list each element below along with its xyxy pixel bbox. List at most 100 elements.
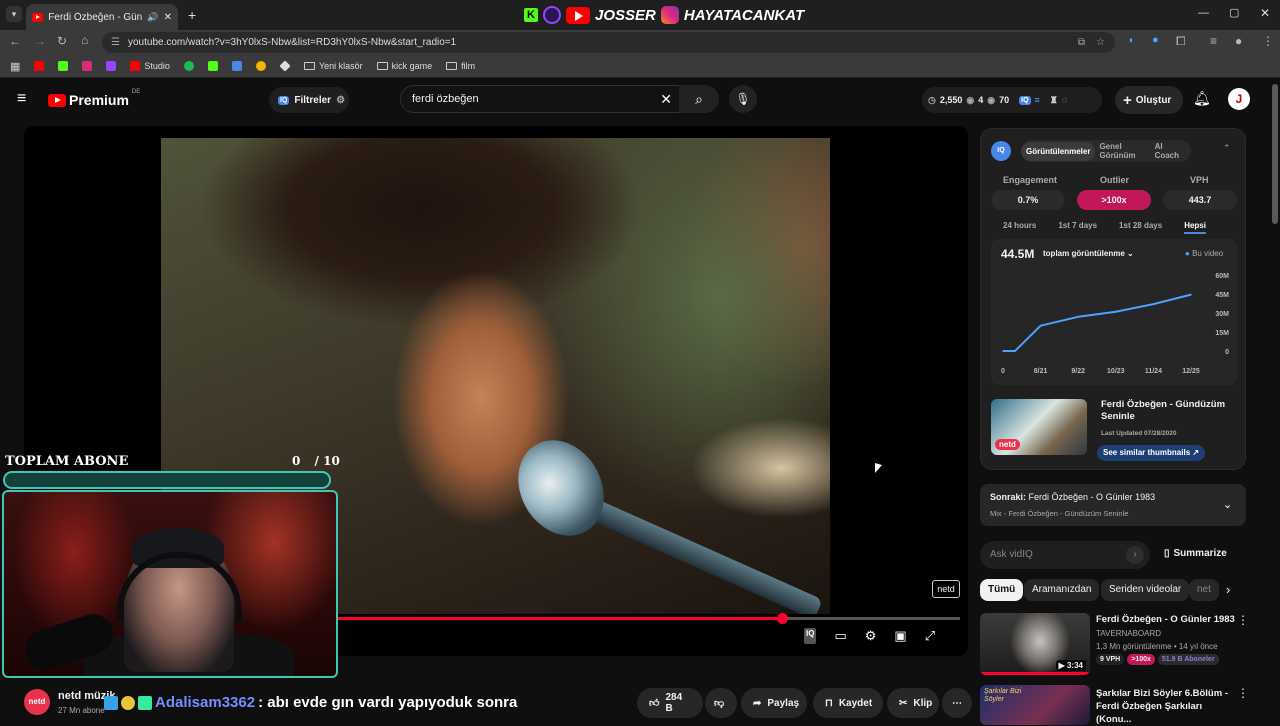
search-input[interactable]: ferdi özbeğen ✕	[400, 85, 681, 113]
range-24h[interactable]: 24 hours	[1003, 221, 1036, 234]
url-field[interactable]: ☰ youtube.com/watch?v=3hY0lxS-Nbw&list=R…	[102, 32, 1115, 53]
tool-bookmark-icon[interactable]	[231, 61, 242, 71]
range-7d[interactable]: 1st 7 days	[1058, 221, 1097, 234]
recommendation-title[interactable]: Ferdi Özbeğen - O Günler 1983	[1096, 614, 1236, 625]
extension-1-icon[interactable]: ◗	[1128, 35, 1134, 46]
clear-search-icon[interactable]: ✕	[660, 86, 672, 112]
new-tab-button[interactable]: +	[188, 7, 196, 23]
eye-icon: ◉	[966, 94, 975, 105]
menu-icon[interactable]: ⋮	[1262, 34, 1274, 48]
fullscreen-icon[interactable]: ⤢	[925, 628, 935, 644]
notifications-bell-icon[interactable]: 🔔︎	[1193, 90, 1211, 107]
misc-bookmark-icon[interactable]	[255, 61, 266, 71]
voice-search-button[interactable]: 🎙	[729, 85, 757, 113]
settings-gear-icon[interactable]: ⚙	[865, 628, 877, 644]
search-icon: ⌕	[695, 91, 703, 107]
subtitles-icon[interactable]: ▭	[834, 628, 846, 644]
recommendation-menu-icon[interactable]: ⋮	[1237, 613, 1249, 627]
twitch-bookmark-icon[interactable]	[106, 61, 117, 71]
reload-icon[interactable]: ↻	[57, 34, 67, 48]
diamond-bookmark-icon[interactable]	[279, 60, 291, 72]
bookmark-star-icon[interactable]: ☆	[1096, 32, 1105, 53]
install-icon[interactable]: ⧉	[1078, 32, 1085, 53]
expand-chevron-icon[interactable]: ⌄	[1223, 498, 1232, 511]
tab-list-button[interactable]: ▾	[6, 6, 22, 22]
chat-username: Adalisam3362	[155, 694, 256, 711]
hamburger-menu-icon[interactable]: ≡	[17, 90, 26, 108]
duration-badge: ▶ 3:34	[1055, 660, 1086, 671]
vidiq-stats-bar[interactable]: ◷ 2,550 ◉ 4 ◉ 70 IQ ≡ ♜ ◌	[922, 87, 1102, 113]
like-button[interactable]: 👍︎ 284 B	[637, 688, 703, 718]
save-button[interactable]: ⊓ Kaydet	[813, 688, 883, 718]
search-button[interactable]: ⌕	[679, 85, 719, 113]
window-close-button[interactable]: ✕	[1260, 6, 1270, 20]
extensions-icon[interactable]: ⧠	[1176, 34, 1186, 49]
theater-mode-icon[interactable]: ▣	[894, 628, 906, 644]
audio-icon[interactable]: 🔊	[147, 12, 158, 23]
total-views-label: toplam görüntülenme	[1043, 249, 1125, 258]
vidiq-player-icon[interactable]: IQ	[804, 628, 817, 644]
video-thumbnail[interactable]: netd	[991, 399, 1087, 455]
recommendation-channel[interactable]: TAVERNABOARD	[1096, 629, 1161, 638]
maximize-button[interactable]: ▢	[1229, 6, 1239, 19]
reading-list-icon[interactable]: ≡	[1210, 34, 1217, 48]
back-icon[interactable]: ←	[9, 34, 21, 48]
apps-icon[interactable]: ▦	[10, 60, 20, 73]
summarize-label: Summarize	[1173, 548, 1227, 559]
page-scrollbar[interactable]	[1272, 84, 1278, 224]
instagram-bookmark-icon[interactable]	[82, 61, 93, 71]
youtube-logo[interactable]: Premium DE	[48, 89, 140, 108]
stat-views: 2,550	[939, 95, 963, 105]
kick-bookmark-icon[interactable]	[58, 61, 69, 71]
bookmark-folder-yeni[interactable]: Yeni klasör	[303, 61, 363, 71]
kick-bookmark-2-icon[interactable]	[207, 61, 218, 71]
total-views-dropdown[interactable]: toplam görüntülenme ⌄	[1043, 249, 1134, 258]
bookmark-studio[interactable]: Studio	[130, 61, 170, 71]
up-next-card[interactable]: Sonraki: Ferdi Özbeğen - O Günler 1983 M…	[980, 484, 1246, 526]
similar-thumbnails-button[interactable]: See similar thumbnails ↗	[1097, 445, 1206, 461]
bookmark-folder-film[interactable]: film	[446, 61, 475, 71]
progress-scrubber[interactable]	[777, 613, 789, 624]
collapse-chevron-icon[interactable]: ⌃	[1223, 143, 1231, 154]
range-28d[interactable]: 1st 28 days	[1119, 221, 1162, 234]
tab-ai-coach[interactable]: AI Coach	[1143, 137, 1191, 165]
minimize-button[interactable]: —	[1198, 7, 1209, 19]
clip-button[interactable]: ✂ Klip	[887, 688, 939, 718]
avatar[interactable]: J	[1228, 88, 1250, 110]
more-actions-button[interactable]: ⋯	[942, 688, 972, 718]
dislike-button[interactable]: 👎︎	[705, 688, 737, 718]
metric-label: Outlier	[1100, 175, 1130, 185]
youtube-bookmark-icon[interactable]	[34, 61, 45, 71]
tab-close-icon[interactable]: ✕	[164, 12, 172, 23]
vidiq-logo-icon[interactable]: IQ	[991, 141, 1011, 161]
bookmark-folder-kick[interactable]: kick game	[376, 61, 432, 71]
chip-more[interactable]: net	[1189, 579, 1219, 601]
tab-overview[interactable]: Genel Görünüm	[1095, 137, 1142, 165]
send-icon[interactable]: ›	[1126, 546, 1144, 564]
create-button[interactable]: + Oluştur	[1115, 86, 1183, 114]
tab-views[interactable]: Görüntülenmeler	[1021, 141, 1096, 161]
recommendation-thumbnail[interactable]: ▶ 3:34	[980, 613, 1090, 675]
summarize-button[interactable]: ▯ Summarize	[1164, 548, 1227, 559]
chip-all[interactable]: Tümü	[980, 579, 1024, 601]
range-all[interactable]: Hepsi	[1184, 221, 1206, 234]
bookmark-label: film	[461, 61, 476, 71]
recommendation-thumbnail[interactable]: Şarkılar Bizi Söyler	[980, 685, 1090, 725]
recommendation-menu-icon[interactable]: ⋮	[1237, 686, 1249, 700]
profile-icon[interactable]: ●	[1235, 34, 1242, 48]
recommendation-title[interactable]: Şarkılar Bizi Söyler 6.Bölüm - Ferdi Özb…	[1096, 687, 1236, 726]
extension-2-icon[interactable]: ●	[1152, 34, 1159, 46]
chips-next-icon[interactable]: ›	[1226, 582, 1230, 597]
forward-icon[interactable]: →	[34, 34, 46, 48]
share-button[interactable]: ➦ Paylaş	[741, 688, 807, 718]
home-icon[interactable]: ⌂	[81, 33, 88, 47]
site-info-icon[interactable]: ☰	[111, 32, 120, 53]
plus-icon: +	[1123, 91, 1132, 109]
ask-vidiq-input[interactable]: Ask vidIQ ›	[980, 541, 1150, 569]
chip-series[interactable]: Seriden videolar	[1101, 579, 1190, 601]
filters-button[interactable]: IQ Filtreler ⚙	[269, 87, 349, 113]
chip-from-search[interactable]: Aramanızdan	[1024, 579, 1100, 601]
spotify-bookmark-icon[interactable]	[183, 61, 194, 71]
channel-avatar[interactable]: netd	[24, 689, 50, 715]
browser-tab[interactable]: Ferdi Özbeğen - Gündüzüm 🔊 ✕	[26, 4, 178, 30]
